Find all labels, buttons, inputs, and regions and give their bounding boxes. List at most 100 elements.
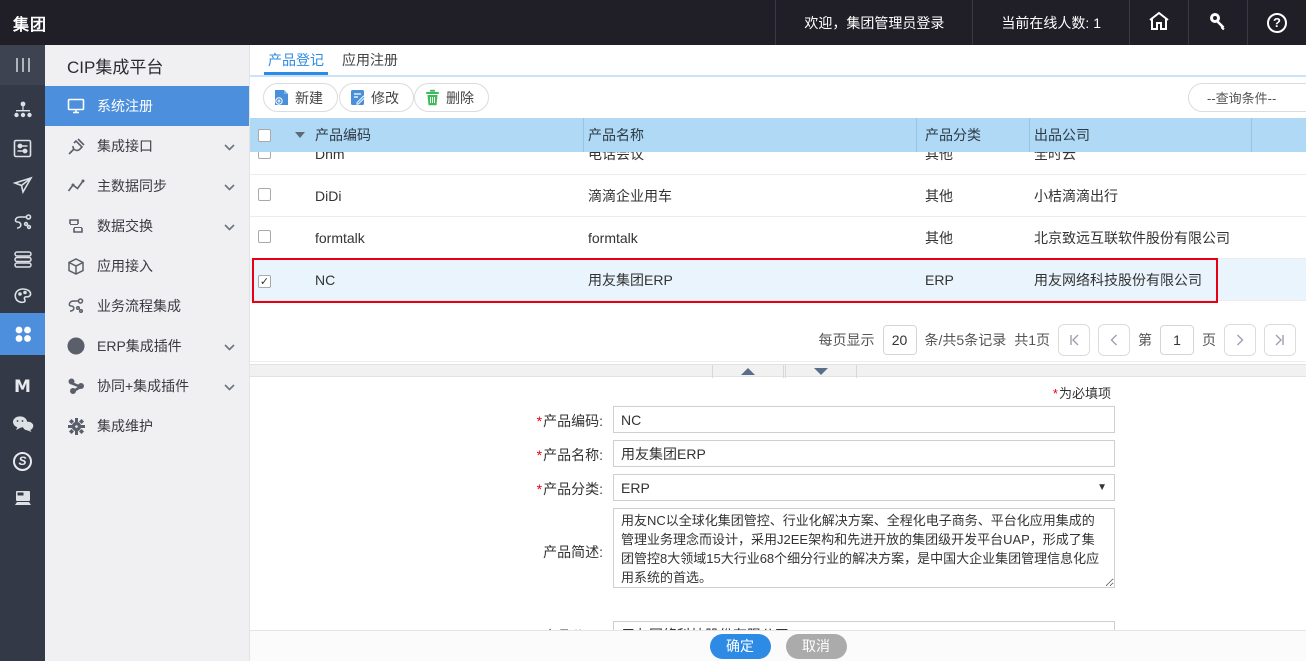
triangle-down-icon bbox=[814, 368, 828, 375]
wechat-icon[interactable] bbox=[0, 405, 45, 443]
edit-button-label: 修改 bbox=[371, 88, 399, 108]
flow-icon bbox=[67, 297, 85, 315]
product-desc-textarea[interactable]: 用友NC以全球化集团管控、行业化解决方案、全程化电子商务、平台化应用集成的管理业… bbox=[613, 508, 1115, 588]
cell-company: 全时云 bbox=[1030, 152, 1252, 164]
icon-rail: M S bbox=[0, 45, 45, 661]
cell-name: 用友集团ERP bbox=[584, 270, 917, 290]
product-category-label: *产品分类: bbox=[250, 479, 608, 499]
m-app-icon[interactable]: M bbox=[0, 368, 45, 406]
table-row[interactable]: DiDi 滴滴企业用车 其他 小桔滴滴出行 bbox=[250, 175, 1306, 217]
prev-page-button[interactable] bbox=[1098, 324, 1130, 356]
doc-edit-icon bbox=[350, 89, 365, 106]
apps-icon[interactable] bbox=[0, 313, 45, 355]
panel-toggle-icon[interactable] bbox=[0, 45, 45, 85]
chevron-down-icon bbox=[224, 138, 235, 154]
delete-button-label: 删除 bbox=[446, 88, 474, 108]
sidebar-item-app-access[interactable]: 应用接入 bbox=[45, 246, 249, 286]
new-button-label: 新建 bbox=[295, 88, 323, 108]
product-code-input[interactable] bbox=[613, 406, 1115, 433]
top-bar-right: 欢迎，集团管理员登录 当前在线人数: 1 ? bbox=[775, 0, 1306, 45]
column-header-name[interactable]: 产品名称 bbox=[584, 118, 917, 152]
sidebar-item-integration-maintenance[interactable]: 集成维护 bbox=[45, 406, 249, 446]
records-label: 条/共5条记录 bbox=[925, 330, 1007, 350]
route-icon[interactable] bbox=[0, 203, 45, 241]
home-icon bbox=[1148, 11, 1170, 34]
top-bar: 集团 欢迎，集团管理员登录 当前在线人数: 1 ? bbox=[0, 0, 1306, 45]
selection-dropdown-icon[interactable] bbox=[295, 132, 305, 138]
pagination-bar: 每页显示 条/共5条记录 共1页 第 页 bbox=[250, 318, 1306, 362]
query-condition-select[interactable]: --查询条件-- bbox=[1188, 83, 1306, 112]
product-category-select[interactable]: ERP ▼ bbox=[613, 474, 1115, 501]
sidebar-item-business-process[interactable]: 业务流程集成 bbox=[45, 286, 249, 326]
gear-icon bbox=[67, 417, 85, 435]
sidebar-item-erp-plugin[interactable]: ERP ERP集成插件 bbox=[45, 326, 249, 366]
cell-category: 其他 bbox=[917, 152, 1030, 164]
edit-button[interactable]: 修改 bbox=[339, 83, 414, 112]
sidebar-item-label: 数据交换 bbox=[97, 216, 153, 236]
cell-name: formtalk bbox=[584, 230, 917, 246]
sidebar-item-label: ERP集成插件 bbox=[97, 336, 182, 356]
table-row[interactable]: Dhm 电话会议 其他 全时云 bbox=[250, 152, 1306, 175]
product-code-label: *产品编码: bbox=[250, 411, 608, 431]
brand-title: 集团 bbox=[0, 11, 47, 35]
per-page-input[interactable] bbox=[883, 325, 917, 355]
select-all-checkbox[interactable] bbox=[258, 129, 271, 142]
sidebar-item-label: 主数据同步 bbox=[97, 176, 167, 196]
cell-code: DiDi bbox=[315, 188, 584, 204]
sidebar-item-collab-plugin[interactable]: 协同+集成插件 bbox=[45, 366, 249, 406]
palette-icon[interactable] bbox=[0, 277, 45, 315]
first-page-button[interactable] bbox=[1058, 324, 1090, 356]
workstation-icon[interactable] bbox=[0, 479, 45, 517]
row-checkbox[interactable] bbox=[258, 230, 271, 243]
page-suffix: 页 bbox=[1202, 330, 1216, 350]
cube-icon bbox=[67, 257, 85, 275]
help-button[interactable]: ? bbox=[1247, 0, 1306, 45]
tab-product-register[interactable]: 产品登记 bbox=[264, 45, 328, 75]
form-action-bar: 确定 取消 bbox=[250, 630, 1306, 661]
panel-splitter[interactable] bbox=[250, 364, 1306, 377]
sidebar-item-label: 应用接入 bbox=[97, 256, 153, 276]
chevron-down-icon bbox=[224, 218, 235, 234]
password-button[interactable] bbox=[1188, 0, 1247, 45]
column-header-category[interactable]: 产品分类 bbox=[917, 118, 1030, 152]
cell-name: 电话会议 bbox=[584, 152, 917, 164]
last-page-button[interactable] bbox=[1264, 324, 1296, 356]
product-name-input[interactable] bbox=[613, 440, 1115, 467]
cancel-button[interactable]: 取消 bbox=[786, 634, 847, 659]
new-button[interactable]: 新建 bbox=[263, 83, 338, 112]
row-checkbox-checked[interactable]: ✓ bbox=[258, 275, 271, 288]
sidebar-item-label: 协同+集成插件 bbox=[97, 376, 189, 396]
sidebar-item-data-exchange[interactable]: 数据交换 bbox=[45, 206, 249, 246]
column-header-code[interactable]: 产品编码 bbox=[315, 118, 584, 152]
table-row[interactable]: formtalk formtalk 其他 北京致远互联软件股份有限公司 bbox=[250, 217, 1306, 259]
sitemap-icon[interactable] bbox=[0, 91, 45, 129]
sidebar-item-master-data-sync[interactable]: 主数据同步 bbox=[45, 166, 249, 206]
cell-company: 小桔滴滴出行 bbox=[1030, 186, 1252, 206]
sidebar-item-label: 系统注册 bbox=[97, 96, 153, 116]
s-app-icon[interactable]: S bbox=[0, 442, 45, 480]
main-content: 产品登记 应用注册 新建 修改 删除 --查询条件-- 产品编码 bbox=[250, 45, 1306, 661]
sidebar-item-integration-api[interactable]: 集成接口 bbox=[45, 126, 249, 166]
erp-badge-icon: ERP bbox=[67, 337, 85, 355]
confirm-button[interactable]: 确定 bbox=[710, 634, 771, 659]
delete-button[interactable]: 删除 bbox=[414, 83, 489, 112]
next-page-button[interactable] bbox=[1224, 324, 1256, 356]
send-icon[interactable] bbox=[0, 166, 45, 204]
column-header-company[interactable]: 出品公司 bbox=[1030, 118, 1252, 152]
home-button[interactable] bbox=[1129, 0, 1188, 45]
table-header: 产品编码 产品名称 产品分类 出品公司 bbox=[250, 118, 1306, 152]
row-checkbox[interactable] bbox=[258, 188, 271, 201]
help-icon: ? bbox=[1267, 13, 1287, 33]
sidebar-item-system-register[interactable]: 系统注册 bbox=[45, 86, 249, 126]
page-number-input[interactable] bbox=[1160, 325, 1194, 355]
integration-panel-icon[interactable] bbox=[0, 129, 45, 167]
page-prefix: 第 bbox=[1138, 330, 1152, 350]
trash-icon bbox=[425, 89, 440, 106]
table-row-selected[interactable]: ✓ NC 用友集团ERP ERP 用友网络科技股份有限公司 bbox=[250, 259, 1306, 301]
app-window: 集团 欢迎，集团管理员登录 当前在线人数: 1 ? bbox=[0, 0, 1306, 661]
sidebar-item-label: 业务流程集成 bbox=[97, 296, 181, 316]
doc-plus-icon bbox=[274, 89, 289, 106]
row-checkbox[interactable] bbox=[258, 152, 271, 159]
tab-app-register[interactable]: 应用注册 bbox=[338, 45, 402, 75]
stack-icon[interactable] bbox=[0, 240, 45, 278]
